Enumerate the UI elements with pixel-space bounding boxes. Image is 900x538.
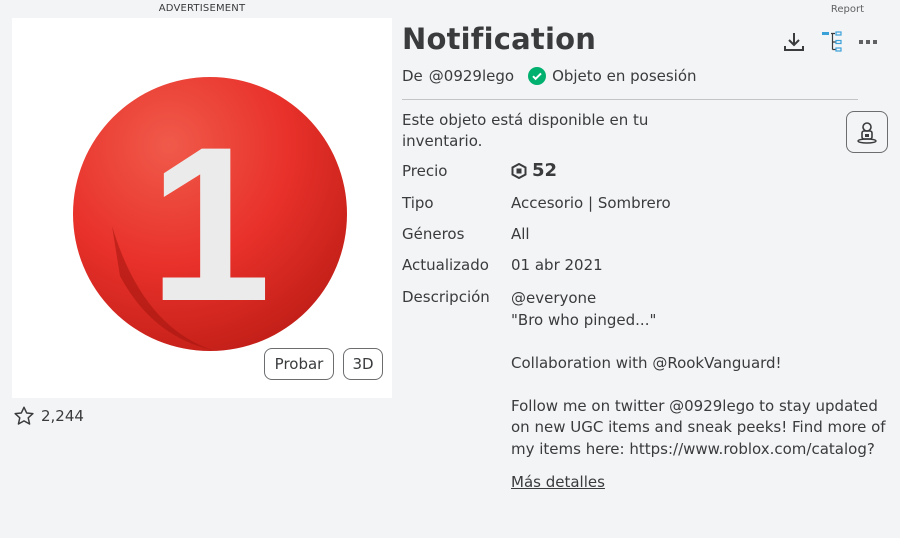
view-3d-button[interactable]: 3D xyxy=(343,348,383,380)
catalog-link[interactable]: https://www.roblox.com/catalog? xyxy=(629,440,874,458)
price-value: 52 xyxy=(511,160,557,181)
hierarchy-icon[interactable] xyxy=(820,30,844,54)
more-options-icon[interactable] xyxy=(858,37,878,47)
star-icon xyxy=(14,406,34,425)
notification-badge-image: 1 xyxy=(73,77,347,351)
advertisement-label: ADVERTISEMENT xyxy=(158,3,246,14)
item-thumbnail: 1 Probar 3D xyxy=(12,18,392,398)
creator-link[interactable]: @0929lego xyxy=(429,67,514,85)
item-actions xyxy=(782,30,878,54)
owned-label: Objeto en posesión xyxy=(552,67,697,85)
favorite-count: 2,244 xyxy=(41,407,84,425)
divider xyxy=(402,99,858,100)
description-line: Collaboration with @RookVanguard! xyxy=(511,353,782,372)
try-on-button[interactable]: Probar xyxy=(264,348,334,380)
price-label: Precio xyxy=(402,162,448,180)
verified-check-icon xyxy=(528,67,547,85)
description-text: @everyone "Bro who pinged..." Collaborat… xyxy=(511,288,896,460)
robux-icon xyxy=(511,162,527,179)
genres-value: All xyxy=(511,225,530,243)
owned-message: Este objeto está disponible en tu invent… xyxy=(402,111,649,150)
more-details-link[interactable]: Más detalles xyxy=(511,473,605,491)
wear-on-avatar-button[interactable] xyxy=(846,111,888,153)
updated-label: Actualizado xyxy=(402,256,489,274)
creator-line: De @0929lego Objeto en posesión xyxy=(402,67,697,85)
wear-avatar-icon xyxy=(857,122,877,144)
updated-value: 01 abr 2021 xyxy=(511,256,603,274)
description-line: "Bro who pinged..." xyxy=(511,310,657,329)
genres-label: Géneros xyxy=(402,225,465,243)
description-line: @everyone xyxy=(511,289,597,307)
badge-number: 1 xyxy=(149,101,271,347)
download-icon[interactable] xyxy=(782,30,806,54)
type-label: Tipo xyxy=(402,194,434,212)
report-link[interactable]: Report xyxy=(831,4,864,15)
description-label: Descripción xyxy=(402,288,490,306)
price-amount: 52 xyxy=(532,160,558,181)
item-title: Notification xyxy=(402,22,597,56)
description-line: Follow me on twitter @0929lego to stay u… xyxy=(511,396,896,461)
favorite-button[interactable]: 2,244 xyxy=(13,405,84,427)
by-prefix: De xyxy=(402,67,423,85)
type-value[interactable]: Accesorio | Sombrero xyxy=(511,194,671,212)
